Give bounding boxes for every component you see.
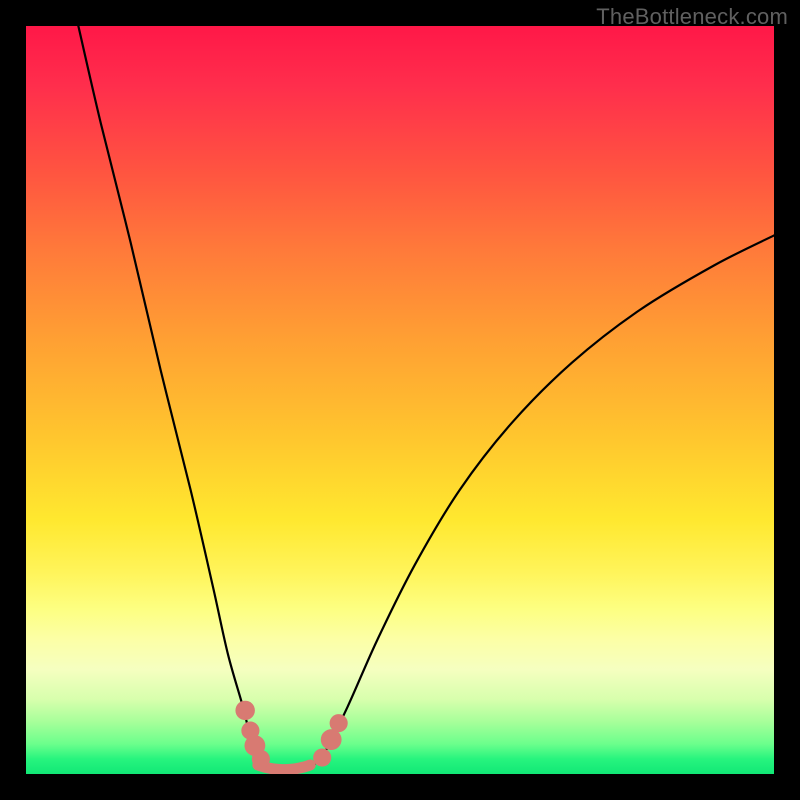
watermark-text: TheBottleneck.com: [596, 4, 788, 30]
marker-dot: [330, 714, 348, 732]
marker-dot: [235, 701, 254, 720]
left-branch-line: [78, 26, 272, 768]
marker-dot: [321, 729, 342, 750]
plot-area: [26, 26, 774, 774]
right-marker-cluster: [313, 714, 348, 767]
chart-svg: [26, 26, 774, 774]
left-marker-cluster: [235, 701, 269, 768]
marker-dot: [252, 750, 270, 768]
marker-dot: [313, 748, 331, 766]
chart-frame: TheBottleneck.com: [0, 0, 800, 800]
right-branch-line: [310, 235, 774, 768]
